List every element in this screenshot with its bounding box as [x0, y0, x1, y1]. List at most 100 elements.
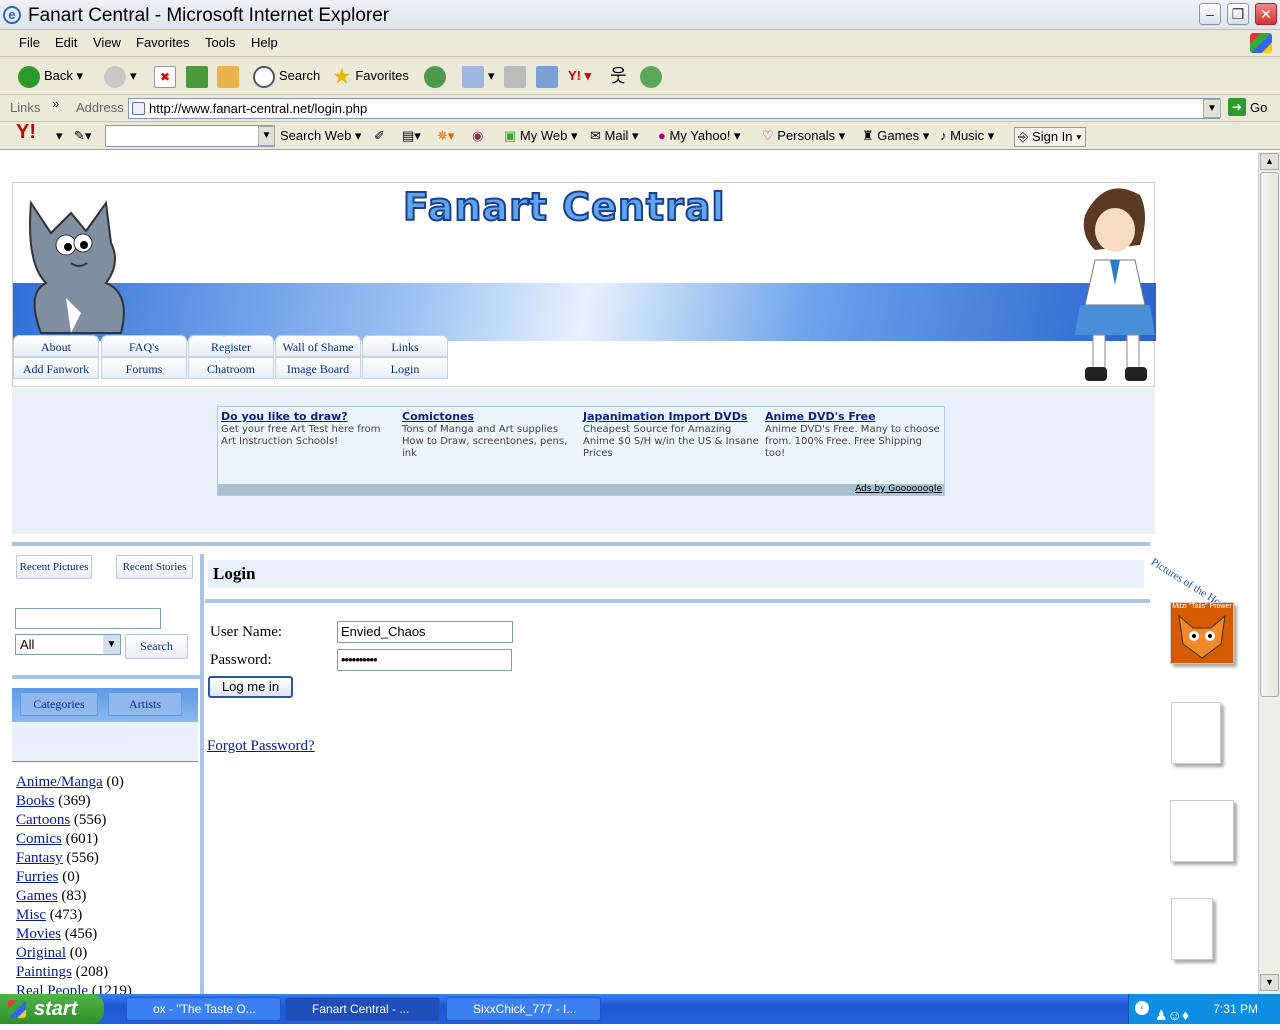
links-label[interactable]: Links [10, 100, 40, 115]
tray-expand-icon[interactable]: ‹ [1135, 1001, 1149, 1015]
nav-login[interactable]: Login [362, 357, 448, 379]
maximize-button[interactable]: ❐ [1227, 3, 1249, 25]
go-arrow-icon[interactable]: ➔ [1228, 98, 1246, 116]
taskbar-item-active[interactable]: Fanart Central - ... [285, 997, 440, 1021]
recent-pictures-button[interactable]: Recent Pictures [16, 555, 92, 579]
menu-help[interactable]: Help [251, 35, 278, 50]
nav-add-fanwork[interactable]: Add Fanwork [13, 357, 99, 379]
nav-about[interactable]: About [13, 335, 99, 357]
category-link[interactable]: Paintings [16, 964, 72, 980]
menu-view[interactable]: View [93, 35, 121, 50]
sign-in-button[interactable]: ⎆ Sign In ▾ [1014, 127, 1086, 147]
nav-image-board[interactable]: Image Board [275, 357, 361, 379]
forward-button[interactable]: ▾ [104, 65, 137, 88]
ad-item[interactable]: Do you like to draw? Get your free Art Te… [221, 410, 397, 448]
tab-categories[interactable]: Categories [20, 692, 98, 716]
home-button[interactable] [217, 65, 243, 88]
ad-item[interactable]: Comictones Tons of Manga and Art supplies… [402, 410, 578, 460]
recent-stories-button[interactable]: Recent Stories [116, 555, 193, 579]
go-button[interactable]: Go [1250, 100, 1267, 115]
nav-forums[interactable]: Forums [101, 357, 187, 379]
menu-favorites[interactable]: Favorites [136, 35, 189, 50]
pencil-icon[interactable]: ✎▾ [74, 127, 91, 145]
headphones-icon[interactable]: ◉ [472, 127, 483, 145]
forgot-password-link[interactable]: Forgot Password? [207, 738, 315, 755]
scroll-up-icon[interactable]: ▲ [1260, 153, 1279, 170]
vertical-scrollbar[interactable]: ▲ ▼ [1258, 152, 1280, 994]
category-link[interactable]: Games [16, 888, 58, 904]
nav-faqs[interactable]: FAQ's [101, 335, 187, 357]
sidebar-search-button[interactable]: Search [125, 634, 188, 659]
yahoo-search-input[interactable] [105, 125, 275, 147]
category-item: Real People (1219) [16, 982, 132, 994]
sidebar-search-input[interactable] [15, 608, 161, 629]
toolbar-option-icon[interactable]: ▤▾ [402, 127, 421, 145]
messenger-button[interactable]: 웃 [610, 65, 627, 87]
site-logo[interactable]: Fanart Central [402, 184, 725, 230]
mail-link[interactable]: ✉ Mail ▾ [590, 127, 639, 145]
window-title: Fanart Central - Microsoft Internet Expl… [28, 5, 390, 26]
yahoo-logo-icon[interactable]: Y! [16, 122, 36, 142]
category-link[interactable]: Cartoons [16, 812, 70, 828]
ads-by-google-link[interactable]: Ads by Goooooogle [218, 484, 944, 495]
ad-item[interactable]: Anime DVD's Free Anime DVD's Free. Many t… [765, 410, 941, 460]
minimize-button[interactable]: – [1199, 3, 1221, 25]
scroll-down-icon[interactable]: ▼ [1260, 974, 1279, 991]
thumbnail[interactable] [1171, 898, 1213, 960]
category-link[interactable]: Comics [16, 831, 62, 847]
category-link[interactable]: Books [16, 793, 54, 809]
sidebar-search-select[interactable]: All ▼ [15, 634, 121, 655]
start-button[interactable]: start [0, 994, 104, 1024]
my-web-button[interactable]: ▣ My Web ▾ [504, 127, 578, 145]
games-link[interactable]: ♜ Games ▾ [862, 127, 929, 145]
search-web-button[interactable]: Search Web ▾ [280, 127, 361, 145]
antispy-icon[interactable]: ✵▾ [437, 127, 454, 145]
category-link[interactable]: Original [16, 945, 66, 961]
category-link[interactable]: Fantasy [16, 850, 63, 866]
close-button[interactable]: ✕ [1255, 3, 1277, 25]
nav-chatroom[interactable]: Chatroom [188, 357, 274, 379]
refresh-button[interactable] [186, 65, 212, 88]
yahoo-y-button[interactable]: Y! ▾ [568, 65, 591, 87]
thumbnail[interactable]: Mitzi "Tails" Prower [1170, 602, 1234, 664]
ad-item[interactable]: Japanimation Import DVDs Cheapest Source … [583, 410, 759, 460]
username-input[interactable]: Envied_Chaos [337, 621, 513, 643]
stop-button[interactable]: ✖ [154, 65, 180, 88]
taskbar-item[interactable]: ox - "The Taste O... [126, 997, 281, 1021]
links-chevron-icon[interactable]: » [52, 96, 59, 111]
edit-button[interactable] [536, 65, 562, 88]
category-link[interactable]: Anime/Manga [16, 774, 103, 790]
highlight-icon[interactable]: ✐ [374, 127, 385, 145]
address-input[interactable]: http://www.fanart-central.net/login.php [128, 98, 1220, 119]
favorites-button[interactable]: ★ Favorites [332, 65, 409, 87]
print-button[interactable] [504, 65, 530, 88]
nav-register[interactable]: Register [188, 335, 274, 357]
login-submit-button[interactable]: Log me in [208, 676, 293, 698]
msn-button[interactable] [640, 65, 666, 88]
history-button[interactable] [424, 65, 450, 88]
password-input[interactable]: •••••••••• [337, 649, 512, 671]
thumbnail[interactable] [1170, 800, 1234, 862]
my-yahoo-link[interactable]: ● My Yahoo! ▾ [658, 127, 741, 145]
nav-links[interactable]: Links [362, 335, 448, 357]
category-link[interactable]: Real People [16, 983, 88, 994]
personals-link[interactable]: ♡ Personals ▾ [762, 127, 845, 145]
tray-app-icons[interactable]: ♟☺♦ [1155, 1000, 1189, 1030]
scrollbar-thumb[interactable] [1260, 172, 1279, 697]
tab-artists[interactable]: Artists [108, 692, 182, 716]
back-button[interactable]: Back ▾ [18, 65, 83, 88]
category-link[interactable]: Movies [16, 926, 61, 942]
thumbnail[interactable] [1171, 702, 1221, 764]
mail-button[interactable]: ▾ [462, 65, 495, 88]
music-link[interactable]: ♪ Music ▾ [940, 127, 994, 145]
search-button[interactable]: Search [253, 65, 320, 88]
taskbar-item[interactable]: SixxChick_777 - I... [446, 997, 601, 1021]
menu-file[interactable]: File [19, 35, 40, 50]
yahoo-search-dropdown-icon[interactable]: ▼ [258, 126, 275, 146]
menu-tools[interactable]: Tools [205, 35, 235, 50]
category-link[interactable]: Furries [16, 869, 59, 885]
nav-wall-of-shame[interactable]: Wall of Shame [275, 335, 361, 357]
address-dropdown-icon[interactable]: ▼ [1203, 99, 1221, 118]
category-link[interactable]: Misc [16, 907, 46, 923]
menu-edit[interactable]: Edit [55, 35, 77, 50]
